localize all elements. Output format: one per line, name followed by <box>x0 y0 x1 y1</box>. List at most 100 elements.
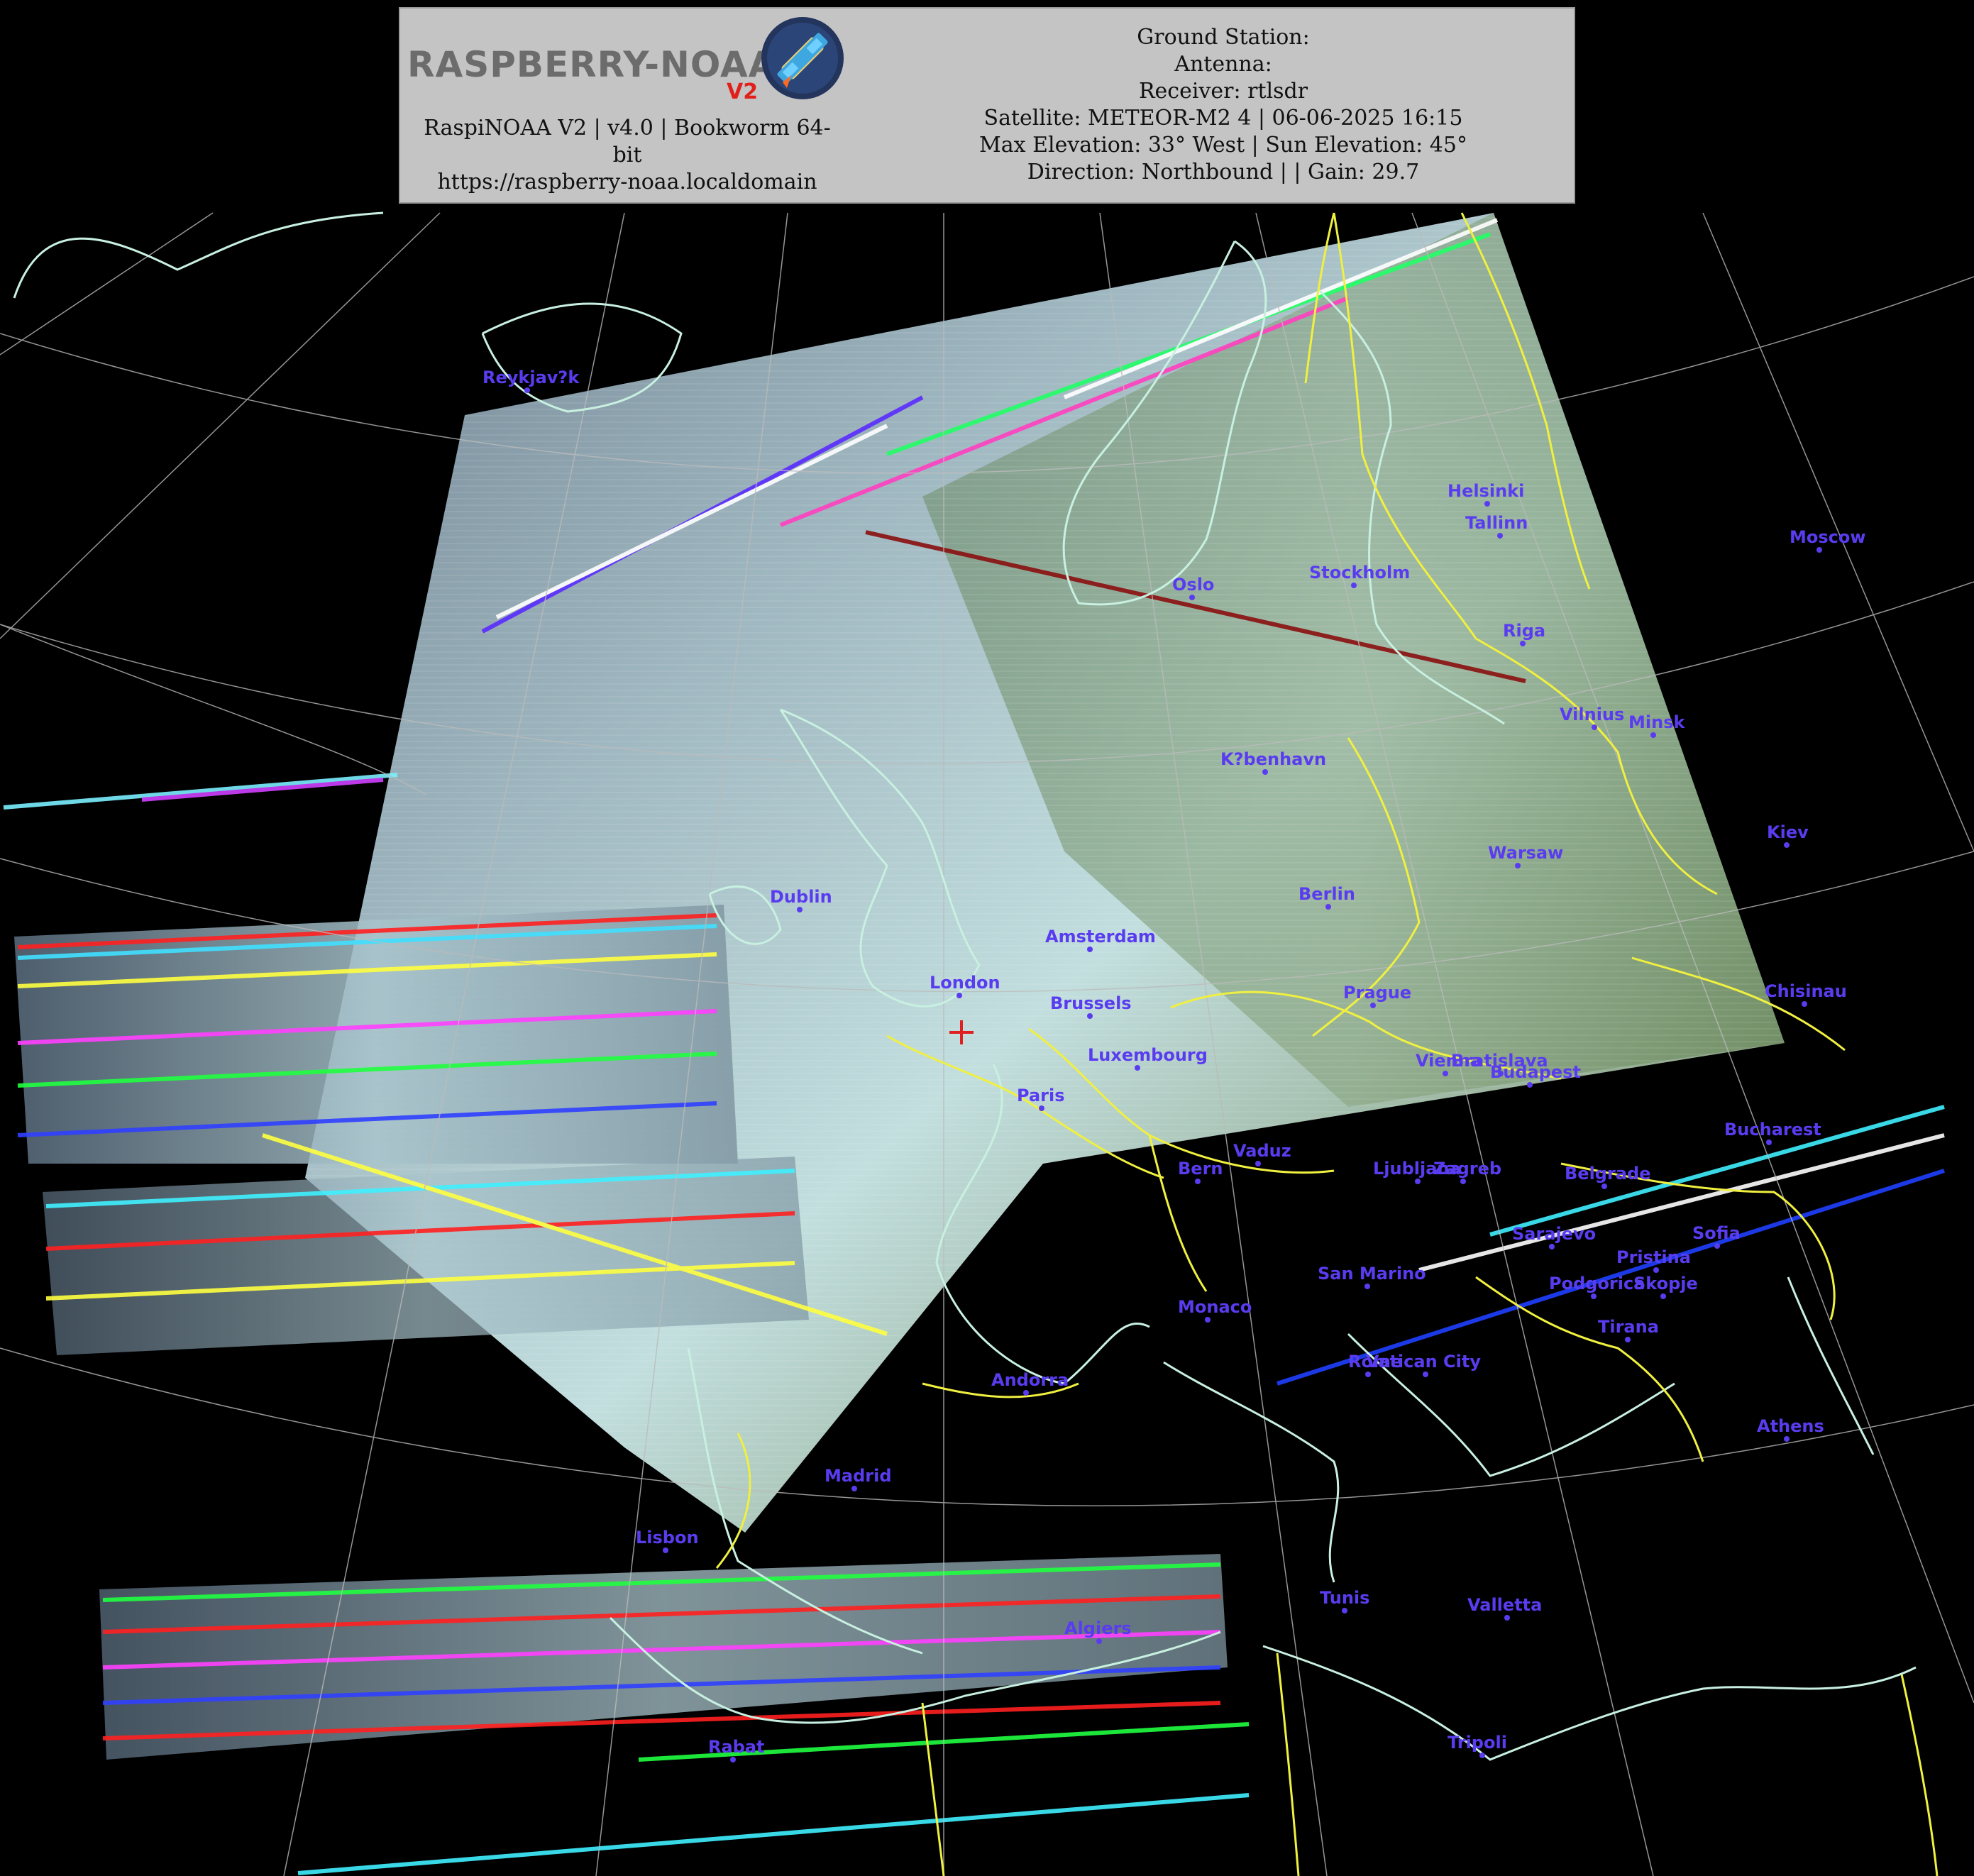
city-podgorica: Podgorica <box>1549 1274 1645 1299</box>
city-moscow: Moscow <box>1790 527 1866 553</box>
city-pristina: Pristina <box>1616 1247 1691 1273</box>
city-dot <box>1816 547 1822 553</box>
city-label: Minsk <box>1628 712 1685 732</box>
city-dot <box>1484 501 1490 507</box>
city-dot <box>1023 1390 1029 1396</box>
city-dot <box>1423 1372 1428 1377</box>
city-dot <box>1135 1065 1140 1071</box>
city-dot <box>1195 1179 1201 1184</box>
city-label: Athens <box>1757 1416 1824 1436</box>
city-label: Chisinau <box>1765 981 1847 1001</box>
city-dot <box>1660 1293 1666 1299</box>
city-label: Tunis <box>1320 1588 1369 1608</box>
city-label: Tirana <box>1598 1317 1659 1337</box>
city-dot <box>1527 1082 1533 1088</box>
city-dot <box>1766 1140 1772 1145</box>
city-dot <box>1205 1317 1211 1323</box>
city-label: Pristina <box>1616 1247 1691 1267</box>
city-label: Luxembourg <box>1088 1045 1208 1065</box>
city-belgrade: Belgrade <box>1565 1164 1650 1189</box>
city-label: Lisbon <box>636 1528 699 1547</box>
city-dot <box>1784 842 1790 848</box>
city-chisinau: Chisinau <box>1765 981 1847 1007</box>
receiver-label: Receiver: rtlsdr <box>1138 79 1308 104</box>
city-label: Dublin <box>770 887 832 907</box>
city-dot <box>1515 863 1521 868</box>
city-dot <box>1460 1179 1466 1184</box>
app-version-line-2: bit <box>612 143 642 167</box>
city-dot <box>730 1757 736 1762</box>
city-lisbon: Lisbon <box>636 1528 699 1553</box>
city-label: Warsaw <box>1488 843 1563 863</box>
city-label: Rome <box>1348 1352 1402 1372</box>
city-dot <box>1520 641 1526 646</box>
city-reykjav-k: Reykjav?k <box>483 368 580 393</box>
city-monaco: Monaco <box>1178 1297 1252 1323</box>
satellite-label: Satellite: METEOR-M2 4 | 06-06-2025 16:1… <box>983 106 1463 131</box>
city-rome: Rome <box>1348 1352 1402 1377</box>
city-dot <box>1653 1267 1659 1273</box>
city-label: Tripoli <box>1448 1733 1507 1753</box>
city-label: Helsinki <box>1448 481 1524 501</box>
city-label: Sarajevo <box>1512 1224 1596 1244</box>
city-dot <box>1342 1608 1347 1613</box>
city-dot <box>1549 1244 1555 1249</box>
city-dot <box>663 1547 668 1553</box>
city-dot <box>1802 1001 1807 1007</box>
city-label: Valletta <box>1467 1595 1542 1615</box>
city-zagreb: Zagreb <box>1433 1159 1501 1184</box>
city-dot <box>851 1486 857 1491</box>
city-label: Andorra <box>991 1370 1069 1390</box>
city-label: Riga <box>1503 621 1545 641</box>
city-label: Rabat <box>708 1737 765 1757</box>
city-kiev: Kiev <box>1767 822 1809 848</box>
city-dot <box>1625 1337 1631 1342</box>
city-label: Vilnius <box>1560 705 1624 724</box>
city-label: Kiev <box>1767 822 1809 842</box>
city-label: San Marino <box>1318 1264 1426 1284</box>
city-dot <box>1443 1071 1448 1076</box>
city-dot <box>1650 732 1656 738</box>
app-url: https://raspberry-noaa.localdomain <box>437 170 817 194</box>
city-dot <box>1039 1105 1044 1111</box>
city-dot <box>1096 1638 1102 1644</box>
city-label: Paris <box>1017 1086 1065 1105</box>
city-label: Stockholm <box>1309 563 1410 583</box>
city-valletta: Valletta <box>1467 1595 1542 1621</box>
direction-label: Direction: Northbound | | Gain: 29.7 <box>1027 160 1420 184</box>
city-label: Amsterdam <box>1045 927 1156 947</box>
city-dot <box>1415 1179 1421 1184</box>
satellite-swath <box>14 213 1785 1760</box>
city-label: Zagreb <box>1433 1159 1501 1179</box>
city-dot <box>1262 769 1268 775</box>
city-dot <box>1479 1753 1485 1758</box>
city-dot <box>1351 583 1357 588</box>
elevation-label: Max Elevation: 33° West | Sun Elevation:… <box>979 133 1467 158</box>
city-label: London <box>930 973 1000 993</box>
logo-text: RASPBERRY-NOAA <box>407 44 777 85</box>
city-label: Bucharest <box>1724 1120 1821 1140</box>
pass-info: Ground Station: Antenna: Receiver: rtlsd… <box>925 24 1521 186</box>
city-dot <box>1364 1284 1370 1289</box>
city-label: Bern <box>1178 1159 1223 1179</box>
city-dot <box>1601 1183 1607 1189</box>
city-label: K?benhavn <box>1220 749 1326 769</box>
city-dot <box>1087 947 1093 952</box>
city-dot <box>1325 904 1331 910</box>
city-label: Algiers <box>1064 1618 1132 1638</box>
city-dot <box>1714 1243 1720 1249</box>
city-label: Moscow <box>1790 527 1866 547</box>
city-dot <box>1592 724 1597 730</box>
city-label: Berlin <box>1298 884 1355 904</box>
city-dot <box>1497 533 1503 539</box>
ground-station-label: Ground Station: <box>1137 25 1310 50</box>
city-tirana: Tirana <box>1598 1317 1659 1342</box>
city-label: Prague <box>1343 983 1411 1003</box>
city-label: Podgorica <box>1549 1274 1645 1293</box>
city-dot <box>1591 1293 1597 1299</box>
city-dot <box>1087 1013 1093 1019</box>
city-tripoli: Tripoli <box>1448 1733 1507 1758</box>
city-dot <box>797 907 803 912</box>
city-label: Skopje <box>1633 1274 1698 1293</box>
satellite-map: Reykjav?k Helsinki Tallinn Moscow Oslo Stockh… <box>0 211 1974 1876</box>
